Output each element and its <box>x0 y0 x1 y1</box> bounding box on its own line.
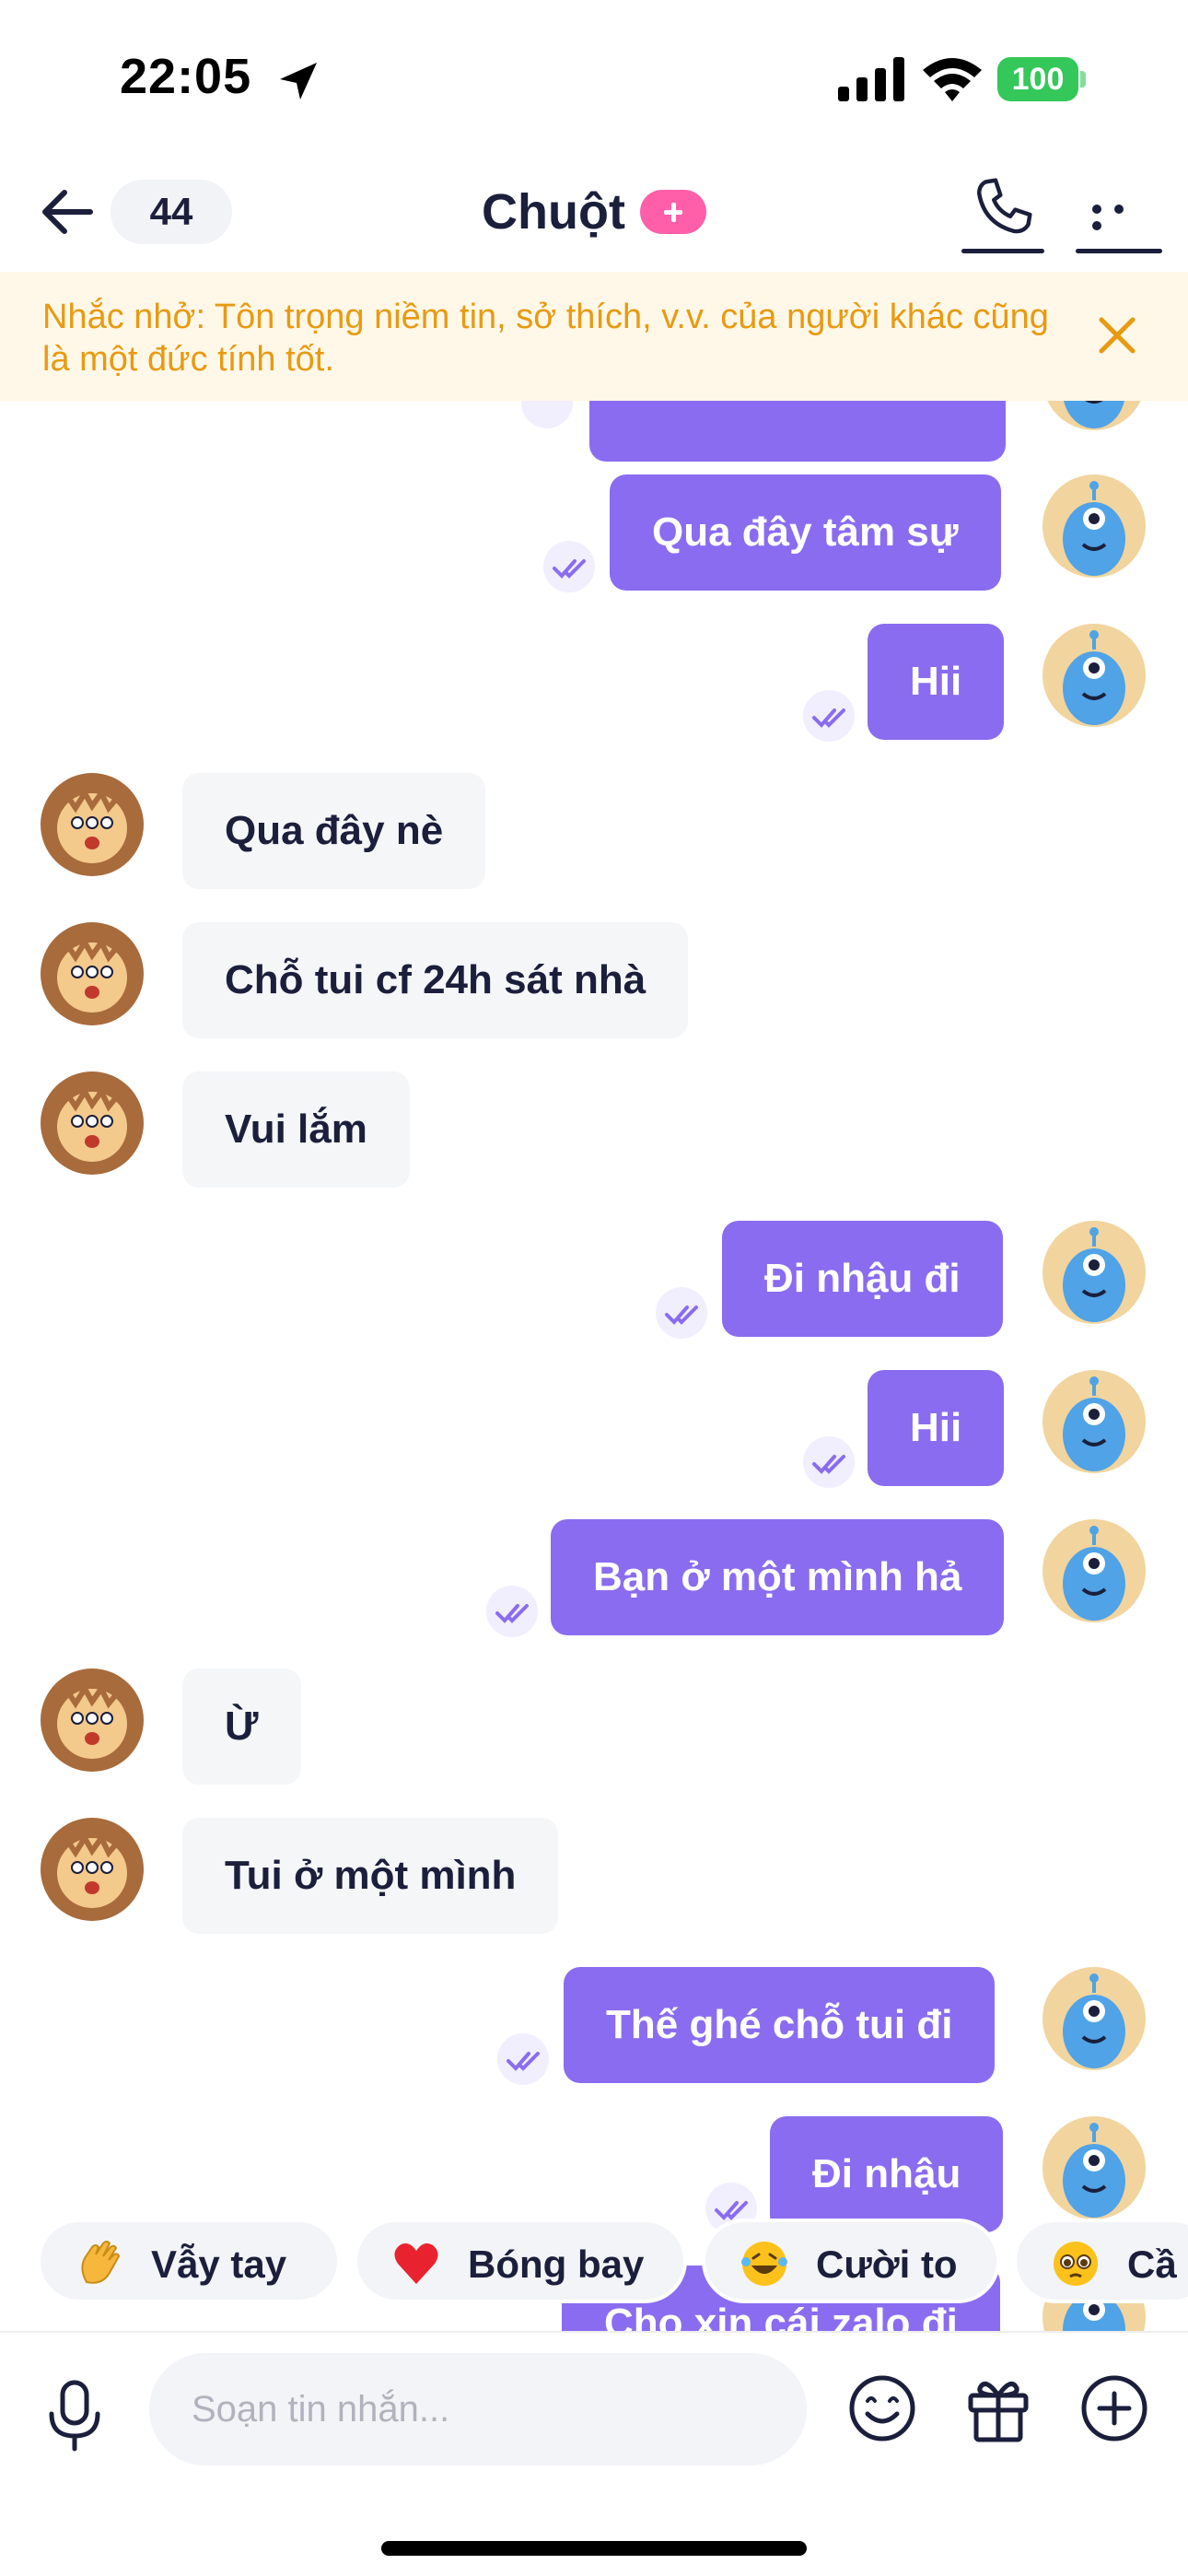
avatar-image <box>1063 1227 1125 1322</box>
laughing-tears-icon <box>741 2241 787 2286</box>
chat-header: 44 Chuột <box>0 161 1188 272</box>
avatar[interactable] <box>41 1071 144 1175</box>
avatar-image <box>1063 1376 1125 1471</box>
status-bar: 22:05 100 <box>0 0 1188 161</box>
quick-reaction-label: Cười to <box>816 2242 958 2286</box>
close-icon[interactable] <box>1096 314 1138 357</box>
location-arrow-icon <box>280 63 317 100</box>
read-receipt-icon <box>803 1436 855 1488</box>
avatar[interactable] <box>1042 401 1146 430</box>
message-bubble[interactable]: Chỗ tui cf 24h sát nhà <box>182 922 689 1038</box>
avatar-image <box>56 937 128 1013</box>
call-button-underline <box>961 249 1044 253</box>
avatar-image <box>1063 481 1125 576</box>
read-receipt-icon <box>497 2033 549 2085</box>
waving-hand-icon <box>81 2240 121 2284</box>
avatar-image <box>1063 1526 1125 1621</box>
message-bubble[interactable]: Hii <box>868 1370 1005 1486</box>
avatar-image <box>56 788 128 863</box>
avatar[interactable] <box>1042 1967 1146 2070</box>
message-bubble[interactable]: Hii <box>868 624 1005 740</box>
quick-reaction-plead[interactable]: Cầ <box>1013 2219 1188 2303</box>
avatar-image <box>1063 1973 1125 2068</box>
avatar-image <box>1064 401 1124 428</box>
gift-icon[interactable] <box>961 2371 1035 2445</box>
avatar[interactable] <box>41 1818 144 1921</box>
avatar[interactable] <box>41 922 144 1025</box>
avatar-image <box>56 1683 128 1759</box>
message-bubble[interactable]: Ừ <box>182 1669 301 1785</box>
message-bubble[interactable]: Đi nhậu đi <box>722 1221 1003 1337</box>
message-bubble[interactable]: Qua đây nè <box>182 773 486 889</box>
quick-reaction-wave[interactable]: Vẫy tay <box>37 2219 341 2303</box>
quick-reaction-laugh[interactable]: Cười to <box>702 2219 1000 2303</box>
pleading-face-icon <box>1054 2241 1098 2286</box>
avatar-image <box>56 1832 128 1908</box>
message-bubble[interactable]: Tui ở một mình <box>182 1818 559 1934</box>
battery-indicator: 100 <box>997 57 1086 101</box>
read-receipt-icon <box>521 401 573 428</box>
message-input-bar: Soạn tin nhắn... <box>0 2331 1188 2576</box>
more-options-button[interactable] <box>1076 170 1162 253</box>
avatar[interactable] <box>41 773 144 876</box>
chat-title[interactable]: Chuột <box>482 180 625 244</box>
read-receipt-icon <box>486 1586 538 1637</box>
message-bubble[interactable]: Thế ghé chỗ tui đi <box>564 1967 996 2083</box>
avatar[interactable] <box>1042 474 1146 578</box>
message-bubble[interactable]: Bạn ở một mình hả <box>551 1519 1005 1635</box>
message-bubble-partial[interactable] <box>589 401 1006 462</box>
read-receipt-icon <box>543 541 595 592</box>
battery-tip <box>1080 71 1086 88</box>
red-heart-icon <box>394 2242 438 2284</box>
quick-reaction-balloon[interactable]: Bóng bay <box>354 2219 687 2303</box>
message-bubble[interactable]: Vui lắm <box>182 1071 410 1188</box>
avatar[interactable] <box>1042 1370 1146 1473</box>
read-receipt-icon <box>656 1287 707 1339</box>
avatar[interactable] <box>1042 624 1146 727</box>
avatar-image <box>1063 2123 1125 2218</box>
wifi-icon <box>923 58 982 101</box>
quick-reaction-label: Cầ <box>1127 2242 1177 2286</box>
phone-icon <box>977 178 1032 234</box>
reminder-text: Nhắc nhở: Tôn trọng niềm tin, sở thích, … <box>42 298 1049 379</box>
status-time: 22:05 <box>120 49 252 104</box>
quick-reaction-label: Bóng bay <box>468 2242 645 2286</box>
call-button[interactable] <box>961 170 1044 253</box>
microphone-icon[interactable] <box>44 2379 105 2453</box>
reminder-banner: Nhắc nhở: Tôn trọng niềm tin, sở thích, … <box>0 272 1188 401</box>
chat-message-list[interactable]: Qua đây tâm sự Hii Qua đây nè Chỗ tui cf… <box>0 401 1188 2336</box>
emoji-icon[interactable] <box>845 2371 919 2445</box>
add-plus-icon[interactable] <box>1077 2371 1151 2445</box>
more-button-underline <box>1076 249 1162 253</box>
avatar[interactable] <box>41 1669 144 1772</box>
message-compose-input[interactable]: Soạn tin nhắn... <box>149 2353 807 2465</box>
avatar[interactable] <box>1042 2116 1146 2219</box>
avatar-image <box>1063 630 1125 725</box>
battery-level: 100 <box>997 57 1078 101</box>
add-friend-plus-icon[interactable] <box>639 190 706 234</box>
more-dots-icon <box>1092 202 1147 230</box>
avatar[interactable] <box>1042 1519 1146 1622</box>
quick-reaction-bar: Vẫy tay Bóng bay Cười to Cầ <box>0 2211 1188 2303</box>
message-bubble[interactable]: Qua đây tâm sự <box>610 474 1001 591</box>
read-receipt-icon <box>803 690 855 742</box>
home-indicator[interactable] <box>381 2541 807 2556</box>
quick-reaction-label: Vẫy tay <box>151 2242 287 2286</box>
avatar[interactable] <box>1042 1221 1146 1324</box>
cellular-signal-icon <box>838 57 904 101</box>
avatar-image <box>56 1086 128 1162</box>
